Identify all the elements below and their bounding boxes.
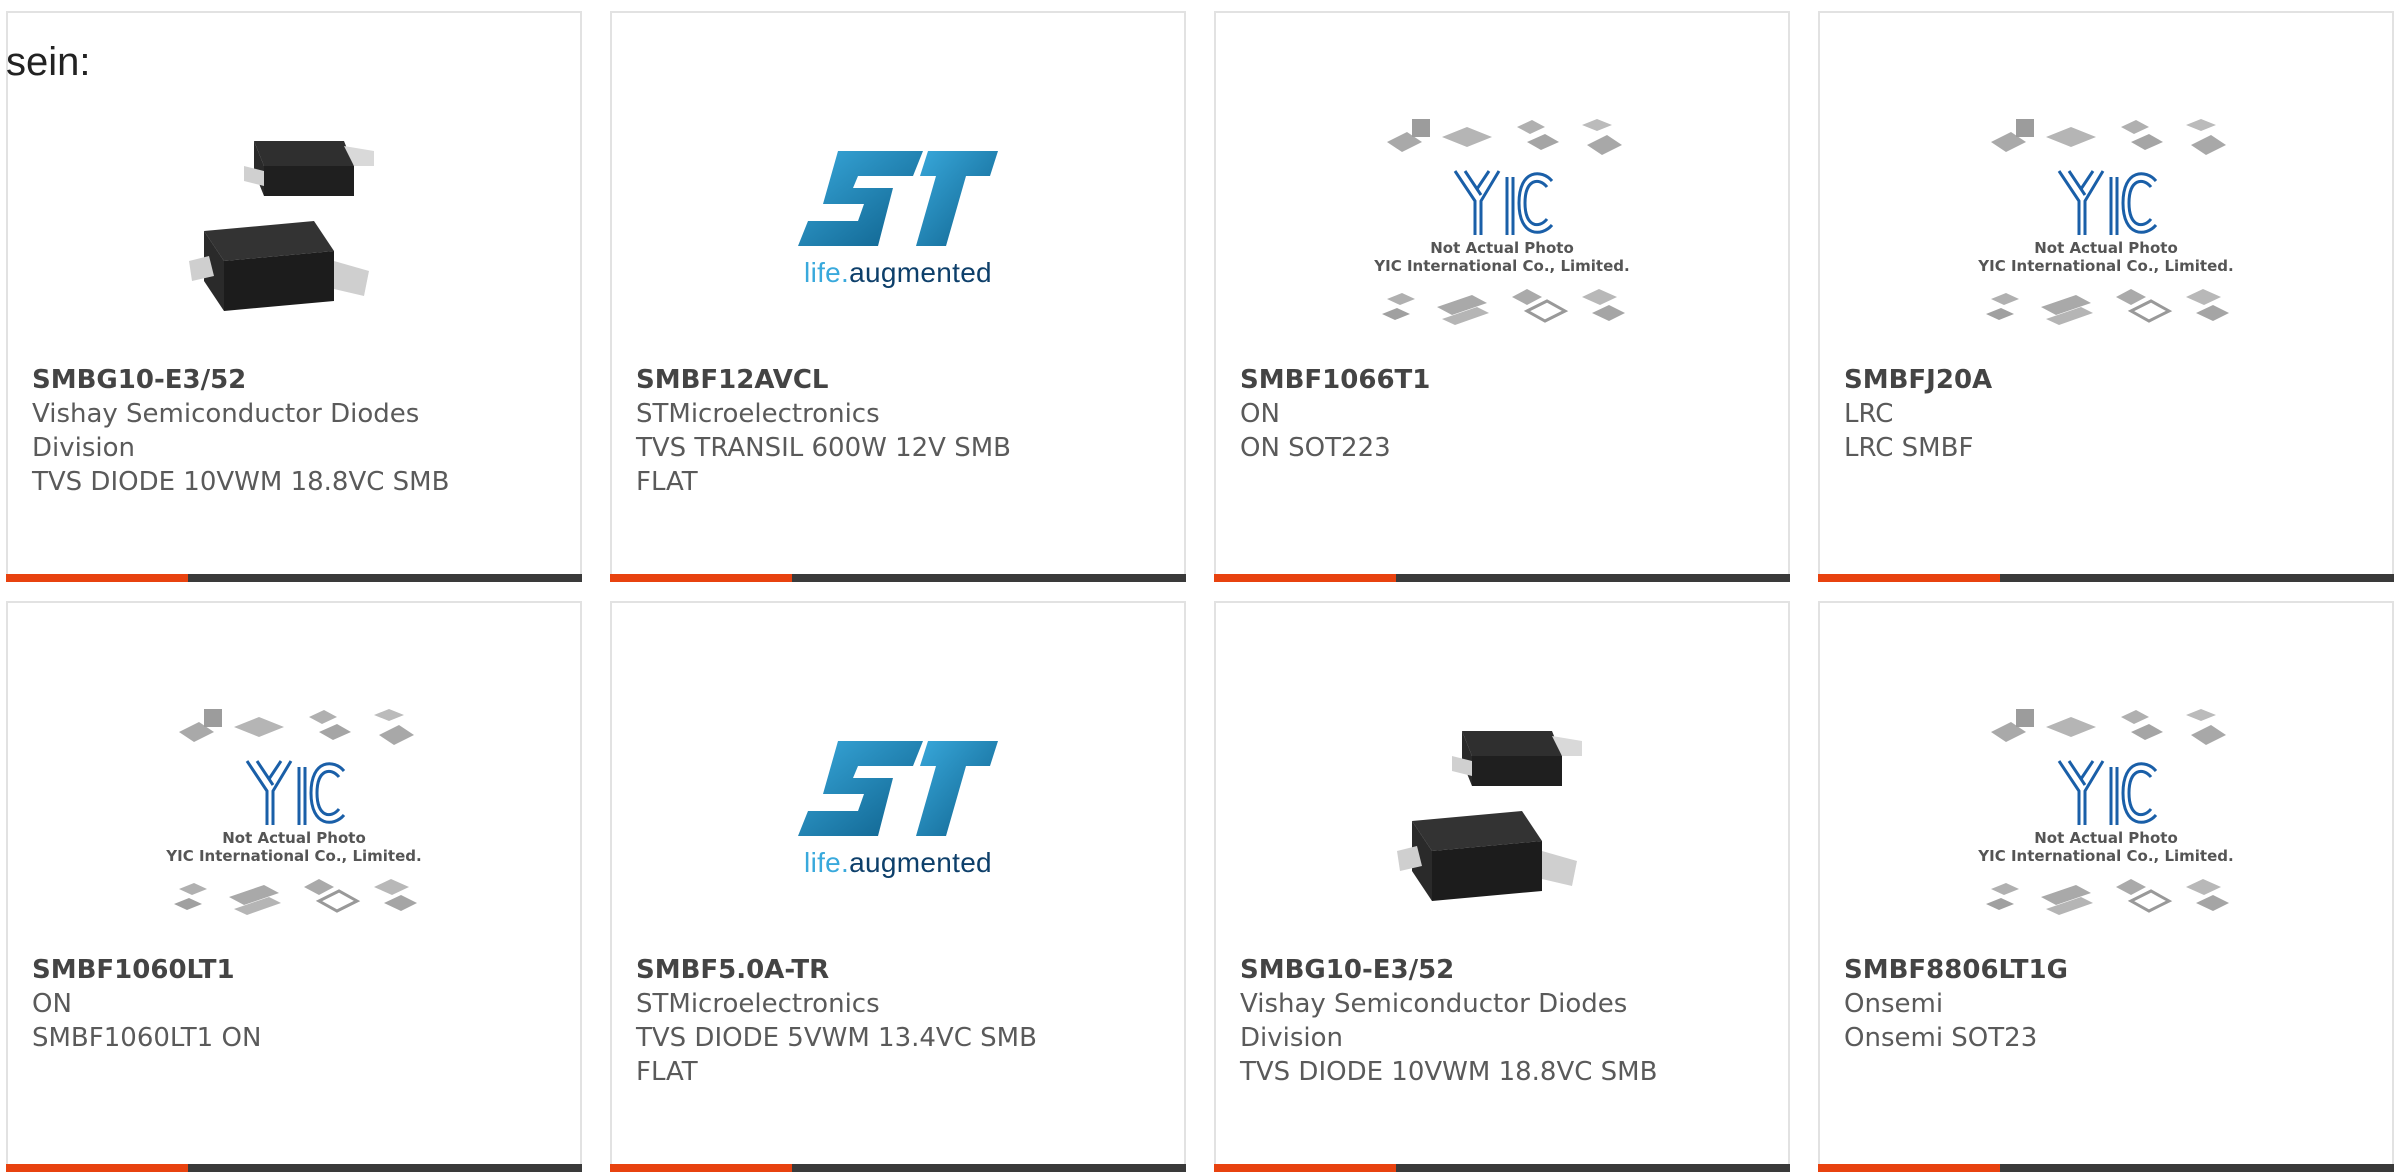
placeholder-company: YIC International Co., Limited.	[1978, 847, 2234, 865]
placeholder-caption: Not Actual Photo	[2034, 239, 2178, 257]
description-line: FLAT	[636, 467, 698, 497]
card-bottom-bar	[1214, 574, 1790, 582]
manufacturer-label: Vishay Semiconductor Diodes	[1240, 989, 1628, 1019]
product-info: SMBFJ20A LRC LRC SMBF	[1844, 363, 2264, 465]
product-info: SMBF12AVCL STMicroelectronics TVS TRANSIL …	[636, 363, 1056, 499]
placeholder-caption: Not Actual Photo	[222, 829, 366, 847]
placeholder-company: YIC International Co., Limited.	[1978, 257, 2234, 275]
card-accent-bar	[1818, 1164, 2000, 1172]
product-card[interactable]: Not Actual Photo YIC International Co., …	[1818, 601, 2394, 1172]
product-card[interactable]: Not Actual Photo YIC International Co., …	[6, 601, 582, 1172]
description-line: TVS DIODE 5VWM 13.4VC SMB	[636, 1023, 1037, 1053]
placeholder-caption: Not Actual Photo	[2034, 829, 2178, 847]
card-accent-bar	[610, 1164, 792, 1172]
part-number-link[interactable]: SMBF8806LT1G	[1844, 953, 2264, 987]
st-tagline-prefix: life.	[804, 256, 850, 288]
product-card[interactable]: SMBG10-E3/52 Vishay Semiconductor Diodes D…	[1214, 601, 1790, 1172]
product-info: SMBF5.0A-TR STMicroelectronics TVS DIODE 5…	[636, 953, 1056, 1089]
product-card[interactable]: Not Actual Photo YIC International Co., …	[1818, 11, 2394, 582]
st-logo-image[interactable]: life.augmented	[612, 67, 1184, 367]
card-bottom-bar	[6, 574, 582, 582]
part-number-link[interactable]: SMBF12AVCL	[636, 363, 1056, 397]
product-info: SMBF1060LT1 ON SMBF1060LT1 ON	[32, 953, 452, 1055]
product-photo[interactable]	[1216, 661, 1788, 961]
manufacturer-label: Vishay Semiconductor Diodes	[32, 399, 420, 429]
part-number-link[interactable]: SMBG10-E3/52	[32, 363, 452, 397]
product-info: SMBG10-E3/52 Vishay Semiconductor Diodes D…	[1240, 953, 1660, 1089]
description-line: FLAT	[636, 1057, 698, 1087]
card-accent-bar	[610, 574, 792, 582]
product-info: SMBF1066T1 ON ON SOT223	[1240, 363, 1660, 465]
description-line: Division	[32, 433, 136, 463]
placeholder-company: YIC International Co., Limited.	[1374, 257, 1630, 275]
part-number-link[interactable]: SMBF1066T1	[1240, 363, 1660, 397]
card-bottom-bar	[610, 574, 1186, 582]
card-accent-bar	[1214, 574, 1396, 582]
description-line: SMBF1060LT1 ON	[32, 1023, 262, 1053]
manufacturer-label: STMicroelectronics	[636, 399, 880, 429]
st-tagline-suffix: augmented	[849, 846, 992, 878]
description-line: Onsemi SOT23	[1844, 1023, 2038, 1053]
product-info: SMBF8806LT1G Onsemi Onsemi SOT23	[1844, 953, 2264, 1055]
card-bottom-bar	[1214, 1164, 1790, 1172]
description-line: TVS DIODE 10VWM 18.8VC SMB	[32, 467, 450, 497]
card-accent-bar	[1818, 574, 2000, 582]
st-logo-image[interactable]: life.augmented	[612, 657, 1184, 957]
part-number-link[interactable]: SMBF5.0A-TR	[636, 953, 1056, 987]
section-heading: sein:	[6, 40, 91, 84]
product-card[interactable]: Not Actual Photo YIC International Co., …	[1214, 11, 1790, 582]
description-line: Division	[1240, 1023, 1344, 1053]
st-tagline-suffix: augmented	[849, 256, 992, 288]
card-bottom-bar	[6, 1164, 582, 1172]
not-actual-photo-image[interactable]: Not Actual Photo YIC International Co., …	[8, 683, 580, 943]
not-actual-photo-image[interactable]: Not Actual Photo YIC International Co., …	[1820, 93, 2392, 353]
description-line: LRC SMBF	[1844, 433, 1974, 463]
product-info: SMBG10-E3/52 Vishay Semiconductor Diodes D…	[32, 363, 452, 499]
manufacturer-label: STMicroelectronics	[636, 989, 880, 1019]
placeholder-company: YIC International Co., Limited.	[166, 847, 422, 865]
manufacturer-label: ON	[1240, 399, 1280, 429]
product-card[interactable]: SMBG10-E3/52 Vishay Semiconductor Diodes D…	[6, 11, 582, 582]
description-line: TVS TRANSIL 600W 12V SMB	[636, 433, 1011, 463]
card-accent-bar	[6, 1164, 188, 1172]
product-photo[interactable]	[8, 71, 580, 371]
description-line: TVS DIODE 10VWM 18.8VC SMB	[1240, 1057, 1658, 1087]
product-card[interactable]: life.augmented SMBF12AVCL STMicroelectron…	[610, 11, 1186, 582]
card-bottom-bar	[1818, 1164, 2394, 1172]
st-tagline-prefix: life.	[804, 846, 850, 878]
part-number-link[interactable]: SMBF1060LT1	[32, 953, 452, 987]
description-line: ON SOT223	[1240, 433, 1391, 463]
card-bottom-bar	[1818, 574, 2394, 582]
manufacturer-label: LRC	[1844, 399, 1894, 429]
manufacturer-label: ON	[32, 989, 72, 1019]
product-card[interactable]: life.augmented SMBF5.0A-TR STMicroelectro…	[610, 601, 1186, 1172]
part-number-link[interactable]: SMBFJ20A	[1844, 363, 2264, 397]
placeholder-caption: Not Actual Photo	[1430, 239, 1574, 257]
card-bottom-bar	[610, 1164, 1186, 1172]
card-accent-bar	[6, 574, 188, 582]
card-accent-bar	[1214, 1164, 1396, 1172]
not-actual-photo-image[interactable]: Not Actual Photo YIC International Co., …	[1820, 683, 2392, 943]
part-number-link[interactable]: SMBG10-E3/52	[1240, 953, 1660, 987]
manufacturer-label: Onsemi	[1844, 989, 1944, 1019]
not-actual-photo-image[interactable]: Not Actual Photo YIC International Co., …	[1216, 93, 1788, 353]
